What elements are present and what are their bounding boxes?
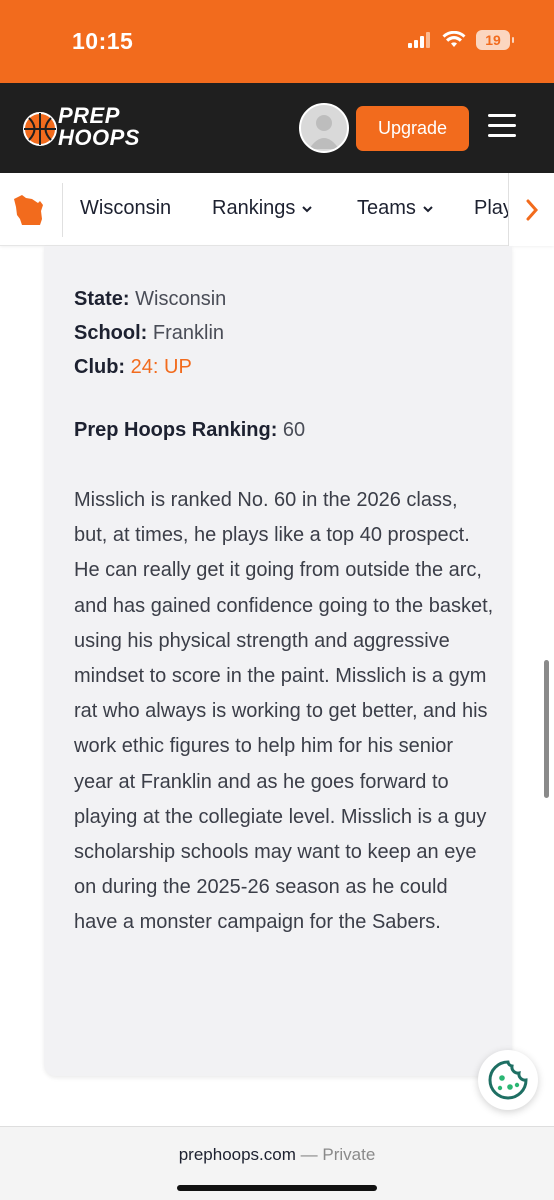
- club-link[interactable]: 24: UP: [131, 356, 192, 378]
- info-school: School: Franklin: [74, 322, 224, 345]
- url-domain: prephoops.com: [178, 1145, 296, 1164]
- state-subnav: Wisconsin Rankings Teams Play: [0, 173, 554, 246]
- chevron-down-icon: [302, 205, 313, 212]
- info-ranking: Prep Hoops Ranking: 60: [74, 419, 305, 442]
- info-value: Franklin: [152, 322, 225, 344]
- player-profile-card: State: Wisconsin School: Franklin Club: …: [44, 246, 512, 1076]
- info-key: Club:: [74, 356, 126, 378]
- status-bar: 10:15 19: [0, 0, 554, 83]
- page-scrollbar[interactable]: [544, 660, 549, 798]
- prep-hoops-logo[interactable]: PREP HOOPS: [22, 101, 142, 157]
- logo-line-hoops: HOOPS: [58, 125, 140, 150]
- logo-wordmark: PREP HOOPS: [58, 105, 140, 149]
- chevron-right-icon: [526, 199, 538, 220]
- logo-line-prep: PREP: [58, 103, 120, 128]
- info-state: State: Wisconsin: [74, 288, 226, 311]
- cellular-signal-icon: [408, 32, 430, 48]
- wisconsin-map-icon[interactable]: [10, 189, 50, 229]
- user-avatar[interactable]: [299, 103, 349, 153]
- nav-item-teams[interactable]: Teams: [357, 197, 434, 220]
- status-icons: 19: [408, 30, 514, 50]
- nav-scroll-right-button[interactable]: [508, 173, 554, 246]
- nav-divider: [62, 183, 63, 237]
- upgrade-button[interactable]: Upgrade: [356, 106, 469, 151]
- hamburger-menu-icon[interactable]: [488, 114, 516, 138]
- cookie-icon: [488, 1060, 528, 1100]
- battery-icon: 19: [476, 30, 514, 50]
- nav-item-label: Wisconsin: [80, 197, 172, 219]
- site-header: PREP HOOPS Upgrade: [0, 83, 554, 173]
- default-user-icon: [309, 115, 339, 149]
- nav-item-label: Rankings: [212, 197, 296, 219]
- cookie-settings-button[interactable]: [478, 1050, 538, 1110]
- nav-item-wisconsin[interactable]: Wisconsin: [80, 197, 171, 220]
- nav-item-players[interactable]: Play: [474, 197, 508, 220]
- basketball-icon: [23, 112, 57, 146]
- chevron-down-icon: [423, 205, 433, 212]
- info-club: Club: 24: UP: [74, 356, 192, 379]
- info-value: Wisconsin: [135, 288, 227, 310]
- wifi-icon: [442, 31, 466, 47]
- nav-item-label: Teams: [357, 197, 416, 219]
- article-body: Misslich is ranked No. 60 in the 2026 cl…: [74, 489, 494, 934]
- info-key: Prep Hoops Ranking:: [74, 419, 278, 441]
- home-indicator[interactable]: [177, 1185, 377, 1191]
- nav-item-rankings[interactable]: Rankings: [212, 197, 313, 220]
- info-value: 60: [282, 419, 306, 441]
- url-separator: —: [295, 1145, 323, 1164]
- info-key: State:: [74, 288, 130, 310]
- info-key: School:: [74, 322, 148, 344]
- status-time: 10:15: [72, 28, 134, 54]
- private-mode-label: Private: [322, 1145, 376, 1164]
- url-display: prephoops.com — Private: [0, 1145, 554, 1165]
